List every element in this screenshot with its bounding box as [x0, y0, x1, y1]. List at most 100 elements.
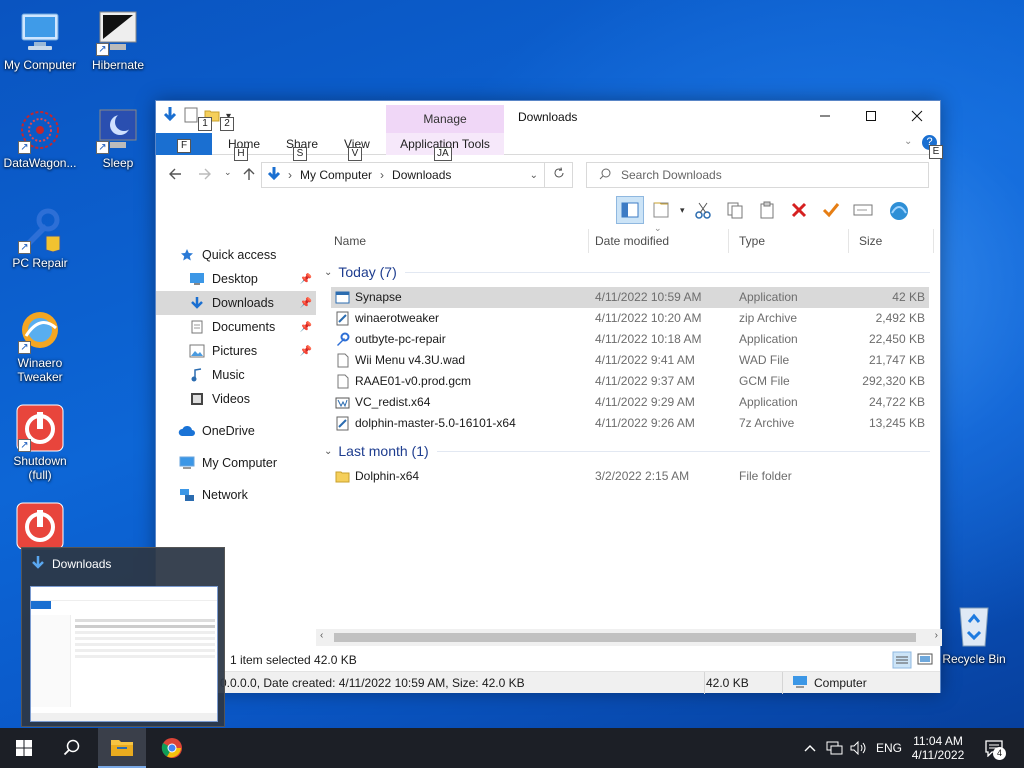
- paste-icon[interactable]: [753, 196, 781, 224]
- desktop-icon-recycle-bin[interactable]: Recycle Bin: [934, 602, 1014, 666]
- action-center-button[interactable]: 4: [982, 728, 1006, 768]
- properties-icon[interactable]: [648, 196, 676, 224]
- scroll-right-icon[interactable]: ›: [935, 630, 938, 641]
- tab-file[interactable]: F: [156, 133, 212, 155]
- nav-label: My Computer: [202, 456, 278, 470]
- properties-icon[interactable]: [184, 107, 198, 126]
- show-hidden-icons[interactable]: [804, 728, 816, 768]
- column-name[interactable]: Name: [324, 229, 589, 253]
- sort-chevron-icon: ⌄: [654, 223, 662, 233]
- nav-documents[interactable]: Documents 📌: [156, 315, 316, 339]
- nav-label: Quick access: [202, 248, 277, 262]
- shortcut-arrow-icon: ↗: [18, 341, 31, 354]
- details-view-icon[interactable]: [892, 651, 912, 672]
- nav-videos[interactable]: Videos: [156, 387, 316, 411]
- desktop-icon-shutdown-2[interactable]: [0, 502, 80, 552]
- network-tray-icon[interactable]: [826, 728, 844, 768]
- desktop-icon-my-computer[interactable]: My Computer: [0, 8, 80, 72]
- refresh-button[interactable]: [545, 162, 573, 188]
- scroll-left-icon[interactable]: ‹: [320, 630, 323, 641]
- search-box[interactable]: Search Downloads: [586, 162, 929, 188]
- manage-tab[interactable]: Manage: [386, 105, 504, 133]
- collapse-chevron-icon[interactable]: ⌄: [324, 446, 332, 457]
- view-options-dropdown-icon[interactable]: ▾: [680, 205, 685, 216]
- taskbar-thumbnail-preview[interactable]: Downloads: [21, 547, 225, 727]
- nav-label: OneDrive: [202, 424, 255, 438]
- minimize-button[interactable]: [802, 101, 848, 131]
- scrollbar-thumb[interactable]: [334, 633, 916, 642]
- nav-music[interactable]: Music: [156, 363, 316, 387]
- nav-quick-access[interactable]: Quick access: [156, 243, 316, 267]
- computer-icon: [178, 455, 196, 471]
- rename-icon[interactable]: [849, 196, 877, 224]
- network-icon: [178, 487, 196, 503]
- downloads-arrow-icon[interactable]: [162, 106, 178, 127]
- close-button[interactable]: [894, 101, 940, 131]
- nav-my-computer[interactable]: My Computer: [156, 451, 316, 475]
- nav-label: Pictures: [212, 344, 258, 358]
- taskbar-file-explorer[interactable]: [98, 728, 146, 768]
- group-header-today[interactable]: ⌄ Today (7): [324, 261, 930, 283]
- recent-locations-icon[interactable]: ⌄: [224, 167, 232, 178]
- ribbon-tabs: F Home Share View Application Tools H S …: [156, 133, 943, 161]
- table-row[interactable]: VC_redist.x64 4/11/2022 9:29 AM Applicat…: [331, 392, 929, 413]
- maximize-button[interactable]: [848, 101, 894, 131]
- nav-label: Music: [212, 368, 245, 382]
- copy-icon[interactable]: [721, 196, 749, 224]
- preview-pane-icon[interactable]: [616, 196, 644, 224]
- shortcut-arrow-icon: ↗: [96, 141, 109, 154]
- horizontal-scrollbar[interactable]: ‹ ›: [316, 629, 942, 646]
- taskbar-chrome[interactable]: [148, 728, 196, 768]
- volume-tray-icon[interactable]: [850, 728, 868, 768]
- desktop-icon-pc-repair[interactable]: ↗ PC Repair: [0, 206, 80, 270]
- nav-downloads[interactable]: Downloads 📌: [156, 291, 316, 315]
- table-row[interactable]: outbyte-pc-repair 4/11/2022 10:18 AM App…: [331, 329, 929, 350]
- table-row[interactable]: Dolphin-x64 3/2/2022 2:15 AM File folder: [331, 466, 929, 487]
- group-divider: [436, 450, 930, 452]
- delete-icon[interactable]: [785, 196, 813, 224]
- language-indicator[interactable]: ENG: [876, 728, 902, 768]
- shell-icon[interactable]: [885, 196, 913, 224]
- up-icon[interactable]: [242, 167, 256, 184]
- table-row[interactable]: RAAE01-v0.prod.gcm 4/11/2022 9:37 AM GCM…: [331, 371, 929, 392]
- pin-icon[interactable]: 📌: [300, 298, 312, 309]
- table-row[interactable]: dolphin-master-5.0-16101-x64 4/11/2022 9…: [331, 413, 929, 434]
- desktop-icon-datawagon[interactable]: ↗ DataWagon...: [0, 106, 80, 170]
- table-row[interactable]: winaerotweaker 4/11/2022 10:20 AM zip Ar…: [331, 308, 929, 329]
- forward-icon[interactable]: [198, 167, 212, 184]
- nav-desktop[interactable]: Desktop 📌: [156, 267, 316, 291]
- breadcrumb-separator-icon: ›: [288, 168, 292, 182]
- cut-icon[interactable]: [689, 196, 717, 224]
- nav-pictures[interactable]: Pictures 📌: [156, 339, 316, 363]
- address-bar[interactable]: › My Computer › Downloads ⌄: [261, 162, 545, 188]
- search-button[interactable]: [48, 728, 96, 768]
- table-row[interactable]: Wii Menu v4.3U.wad 4/11/2022 9:41 AM WAD…: [331, 350, 929, 371]
- column-type[interactable]: Type: [729, 229, 849, 253]
- start-button[interactable]: [0, 728, 48, 768]
- pin-icon[interactable]: 📌: [300, 274, 312, 285]
- chrome-icon: [161, 738, 182, 758]
- large-icons-view-icon[interactable]: [916, 651, 934, 670]
- breadcrumb-my-computer[interactable]: My Computer: [300, 168, 372, 182]
- address-dropdown-icon[interactable]: ⌄: [530, 170, 538, 181]
- collapse-chevron-icon[interactable]: ⌄: [324, 267, 332, 278]
- pin-icon[interactable]: 📌: [300, 346, 312, 357]
- pin-icon[interactable]: 📌: [300, 322, 312, 333]
- file-date: 4/11/2022 9:29 AM: [595, 395, 695, 409]
- breadcrumb-downloads[interactable]: Downloads: [392, 168, 451, 182]
- expand-ribbon-icon[interactable]: ⌄: [904, 136, 912, 147]
- desktop-icon-hibernate[interactable]: ↗ Hibernate: [78, 8, 158, 72]
- back-icon[interactable]: [168, 167, 182, 184]
- column-size[interactable]: Size: [849, 229, 934, 253]
- group-header-last-month[interactable]: ⌄ Last month (1): [324, 440, 930, 462]
- checkmark-icon[interactable]: [817, 196, 845, 224]
- clock[interactable]: 11:04 AM 4/11/2022: [908, 728, 968, 768]
- desktop-icon-sleep[interactable]: ↗ Sleep: [78, 106, 158, 170]
- nav-network[interactable]: Network: [156, 483, 316, 507]
- nav-onedrive[interactable]: OneDrive: [156, 419, 316, 443]
- recycle-bin-icon: [950, 602, 998, 650]
- table-row[interactable]: Synapse 4/11/2022 10:59 AM Application 4…: [331, 287, 929, 308]
- selection-status: 1 item selected 42.0 KB: [230, 653, 357, 667]
- desktop-icon-winaero-tweaker[interactable]: ↗ Winaero Tweaker: [0, 306, 80, 384]
- desktop-icon-shutdown[interactable]: ↗ Shutdown (full): [0, 404, 80, 482]
